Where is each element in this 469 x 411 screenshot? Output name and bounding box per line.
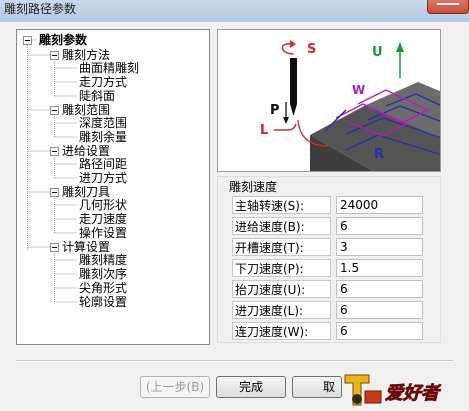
tree-item[interactable]: 雕刻余量 [79,130,127,144]
tree-item[interactable]: 雕刻精度 [79,253,127,267]
label-U: U [372,45,383,60]
collapse-icon[interactable] [50,188,59,197]
label-L: L [260,123,268,138]
close-button[interactable] [427,0,469,14]
logo-text: 爱好者 [385,383,442,404]
tree-item[interactable]: 雕刻次序 [79,267,127,281]
window-title: 雕刻路径参数 [4,2,77,16]
speed-group-title: 雕刻速度 [227,178,280,195]
tree-item[interactable]: 几何形状 [79,198,127,212]
tree-item[interactable]: 轮廓设置 [79,295,127,309]
tree-item[interactable]: 进刀方式 [79,171,127,185]
prev-button[interactable]: (上一步(B) [140,376,210,398]
collapse-icon[interactable] [50,243,59,252]
collapse-icon[interactable] [50,106,59,115]
link-speed-label: 连刀速度(W): [232,322,331,340]
tree-item[interactable]: 尖角形式 [79,281,127,295]
slot-speed-input[interactable]: 3 [336,238,423,256]
tree-group-range[interactable]: 雕刻范围 [62,103,110,117]
plunge-speed-label: 下刀速度(P): [232,259,331,277]
tree-item[interactable]: 路径间距 [79,157,127,171]
tree-group-method[interactable]: 雕刻方法 [62,48,110,62]
finish-button[interactable]: 完成 [216,376,286,398]
label-R: R [374,147,384,162]
collapse-icon[interactable] [50,51,59,60]
tree-item[interactable]: 深度范围 [79,116,127,130]
label-W: W [352,83,365,97]
title-bar: 雕刻路径参数 [0,0,469,22]
tree-item[interactable]: 操作设置 [79,226,127,240]
feed-speed-input[interactable]: 6 [336,217,423,235]
lead-in-speed-input[interactable]: 6 [336,301,423,319]
spindle-speed-label: 主轴转速(S): [232,196,331,214]
tree-item[interactable]: 陡斜面 [79,89,115,103]
parameter-tree[interactable]: 雕刻参数 雕刻方法 曲面精雕刻 走刀方式 陡斜面 雕刻范围 深度范围 雕刻余量 … [16,29,210,345]
lift-speed-label: 抬刀速度(U): [232,280,331,298]
label-S: S [307,42,316,57]
toolpath-illustration: S U W P L R [260,40,440,171]
tree-root[interactable]: 雕刻参数 [39,33,87,47]
link-speed-input[interactable]: 6 [336,322,423,340]
lift-speed-input[interactable]: 6 [336,280,423,298]
tree-item[interactable]: 走刀方式 [79,75,127,89]
tree-item[interactable]: 走刀速度 [79,212,127,226]
spindle-speed-input[interactable]: 24000 [336,196,423,214]
plunge-speed-input[interactable]: 1.5 [336,259,423,277]
tree-group-feed[interactable]: 进给设置 [62,144,110,158]
footer-divider [16,360,453,362]
lead-in-speed-label: 进刀速度(L): [232,301,331,319]
collapse-icon[interactable] [23,36,32,45]
tree-group-compute[interactable]: 计算设置 [62,240,110,254]
tree-group-tool[interactable]: 雕刻刀具 [62,185,110,199]
label-P: P [270,103,280,118]
toolpath-preview: S U W P L R [217,29,441,172]
tree-item[interactable]: 曲面精雕刻 [79,61,139,75]
feed-speed-label: 进给速度(B): [232,217,331,235]
watermark-logo: 爱好者 [344,374,442,406]
collapse-icon[interactable] [50,147,59,156]
cancel-button[interactable]: 取 [292,376,342,398]
slot-speed-label: 开槽速度(T): [232,238,331,256]
